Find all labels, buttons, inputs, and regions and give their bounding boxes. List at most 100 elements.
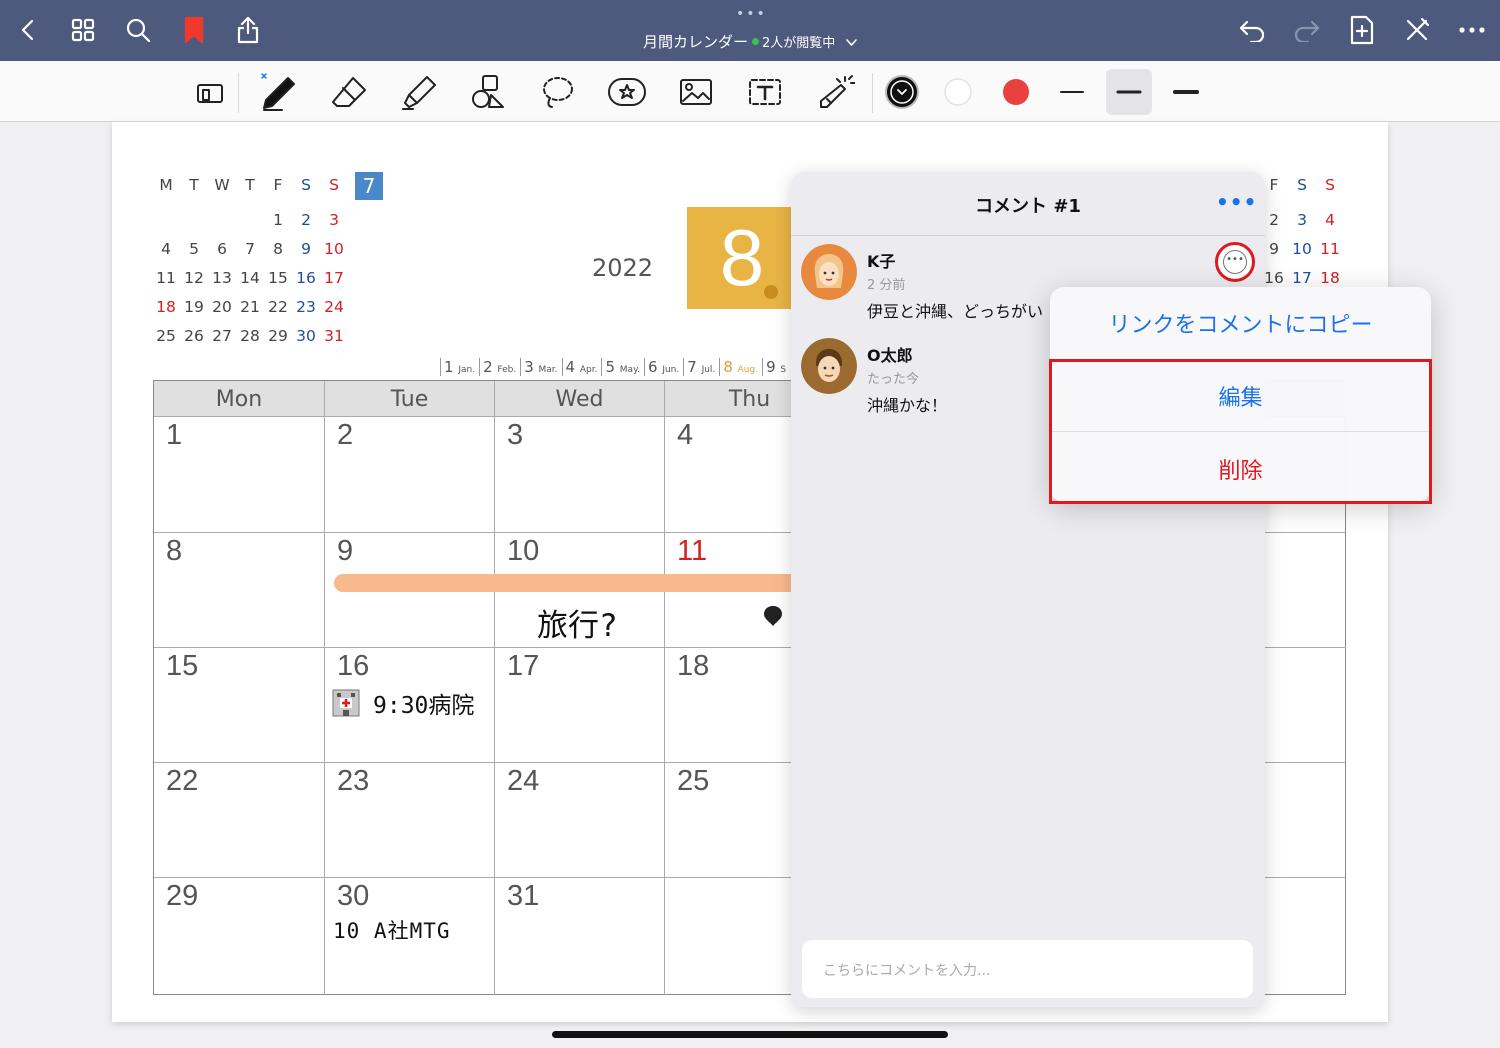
- add-page-icon[interactable]: [1344, 12, 1380, 48]
- comment-author: K子: [867, 252, 896, 271]
- mini-day: 4: [161, 240, 171, 258]
- comment-panel-more-button[interactable]: •••: [1216, 190, 1257, 214]
- grid-icon[interactable]: [65, 12, 101, 48]
- toolbar-divider: [872, 73, 873, 113]
- month-index-item[interactable]: 9 S: [762, 358, 790, 376]
- close-pen-icon[interactable]: [1399, 12, 1435, 48]
- day-cell[interactable]: 3: [495, 417, 665, 533]
- weekday-header: S: [1297, 176, 1307, 194]
- stroke-thin-icon[interactable]: [1049, 69, 1095, 115]
- month-index-item[interactable]: 7 Jul.: [683, 358, 719, 376]
- mini-day: 3: [329, 211, 339, 229]
- handwritten-note-hospital[interactable]: 9:30病院: [373, 686, 474, 720]
- month-index-abbr: Jun.: [662, 365, 680, 375]
- mini-day: 18: [1320, 269, 1340, 287]
- undo-icon[interactable]: [1234, 12, 1270, 48]
- weekday-header: M: [159, 176, 173, 194]
- month-index-item[interactable]: 6 Jun.: [643, 358, 683, 376]
- more-icon[interactable]: [1454, 12, 1490, 48]
- month-index-item[interactable]: 5 May.: [601, 358, 644, 376]
- month-index-item[interactable]: 3 Mar.: [520, 358, 561, 376]
- handwritten-note-trip[interactable]: 旅行?: [537, 600, 618, 645]
- weekday-header: T: [189, 176, 199, 194]
- day-number: 23: [337, 765, 370, 797]
- comment-action-button[interactable]: •••: [1215, 242, 1255, 282]
- trip-highlight-stroke[interactable]: [334, 574, 854, 592]
- screen-mode-icon[interactable]: [188, 69, 234, 115]
- day-number-holiday: 11: [677, 535, 708, 567]
- toolbar-divider: [238, 73, 239, 113]
- month-index-number: 5: [605, 358, 616, 376]
- sticker-icon[interactable]: [604, 69, 650, 115]
- mini-day: 10: [1292, 240, 1312, 258]
- back-icon[interactable]: [10, 12, 46, 48]
- mini-day: 3: [1297, 211, 1307, 229]
- comment-time: 2 分前: [867, 278, 906, 293]
- comment-panel-header: コメント #1 •••: [791, 172, 1265, 236]
- window-grabber[interactable]: •••: [736, 7, 767, 21]
- month-index-item[interactable]: 4 Apr.: [561, 358, 602, 376]
- day-cell[interactable]: 23: [325, 763, 495, 878]
- viewers-count: 2人が閲覧中: [761, 36, 836, 51]
- color-swatch-black[interactable]: [879, 69, 925, 115]
- stroke-medium-icon[interactable]: [1106, 69, 1152, 115]
- weekday-header: T: [245, 176, 255, 194]
- pen-icon[interactable]: [255, 69, 301, 115]
- image-icon[interactable]: [673, 69, 719, 115]
- day-number: 22: [166, 765, 199, 797]
- mini-day: 21: [240, 298, 260, 316]
- edit-menu-item[interactable]: 編集: [1050, 380, 1431, 412]
- mini-day: 31: [324, 327, 344, 345]
- eraser-icon[interactable]: [326, 69, 372, 115]
- month-badge: 8: [687, 207, 797, 309]
- day-cell[interactable]: 2: [325, 417, 495, 533]
- chevron-down-icon: [846, 30, 857, 54]
- laser-icon[interactable]: [812, 69, 858, 115]
- home-indicator[interactable]: [552, 1031, 948, 1038]
- text-icon[interactable]: [742, 69, 788, 115]
- mini-day: 2: [301, 211, 311, 229]
- month-index-number: 1: [444, 358, 454, 376]
- comment-pin-icon[interactable]: [762, 604, 784, 632]
- day-cell[interactable]: 15: [154, 648, 325, 763]
- mini-day: 17: [1292, 269, 1312, 287]
- handwritten-note-meeting[interactable]: 10 A社MTG: [333, 915, 451, 945]
- mini-day: 13: [212, 269, 232, 287]
- share-icon[interactable]: [230, 12, 266, 48]
- comment-author: O太郎: [867, 346, 913, 365]
- color-swatch-white[interactable]: [935, 69, 981, 115]
- day-cell[interactable]: 17: [495, 648, 665, 763]
- redo-icon[interactable]: [1289, 12, 1325, 48]
- month-index-item[interactable]: 1 Jan.: [440, 358, 479, 376]
- day-cell[interactable]: 8: [154, 533, 325, 648]
- lasso-icon[interactable]: [535, 69, 581, 115]
- search-icon[interactable]: [120, 12, 156, 48]
- stroke-thick-icon[interactable]: [1163, 69, 1209, 115]
- comment-input[interactable]: こちらにコメントを入力...: [802, 940, 1253, 998]
- day-cell[interactable]: 22: [154, 763, 325, 878]
- mini-day: 29: [268, 327, 288, 345]
- day-cell[interactable]: 1: [154, 417, 325, 533]
- day-cell[interactable]: 31: [495, 878, 665, 995]
- highlighter-icon[interactable]: [396, 69, 442, 115]
- bookmark-icon[interactable]: [176, 12, 212, 48]
- color-swatch-red[interactable]: [993, 69, 1039, 115]
- weekday-column-header: Mon: [154, 381, 325, 417]
- day-number: 15: [166, 650, 199, 682]
- month-index-item[interactable]: 2 Feb.: [479, 358, 520, 376]
- day-number: 25: [677, 765, 710, 797]
- mini-day: 27: [212, 327, 232, 345]
- month-index-item-current[interactable]: 8 Aug.: [719, 358, 762, 376]
- comment-body: 沖縄かな！: [867, 396, 948, 415]
- document-title[interactable]: 月間カレンダー 2人が閲覧中: [560, 30, 940, 56]
- mini-day: 20: [212, 298, 232, 316]
- day-cell[interactable]: 29: [154, 878, 325, 995]
- shapes-icon[interactable]: [465, 69, 511, 115]
- day-cell[interactable]: 24: [495, 763, 665, 878]
- day-number: 24: [507, 765, 540, 797]
- mini-day: 24: [324, 298, 344, 316]
- delete-menu-item[interactable]: 削除: [1050, 453, 1431, 485]
- copy-link-menu-item[interactable]: リンクをコメントにコピー: [1050, 307, 1431, 339]
- avatar: [801, 244, 857, 300]
- day-number: 30: [337, 880, 370, 912]
